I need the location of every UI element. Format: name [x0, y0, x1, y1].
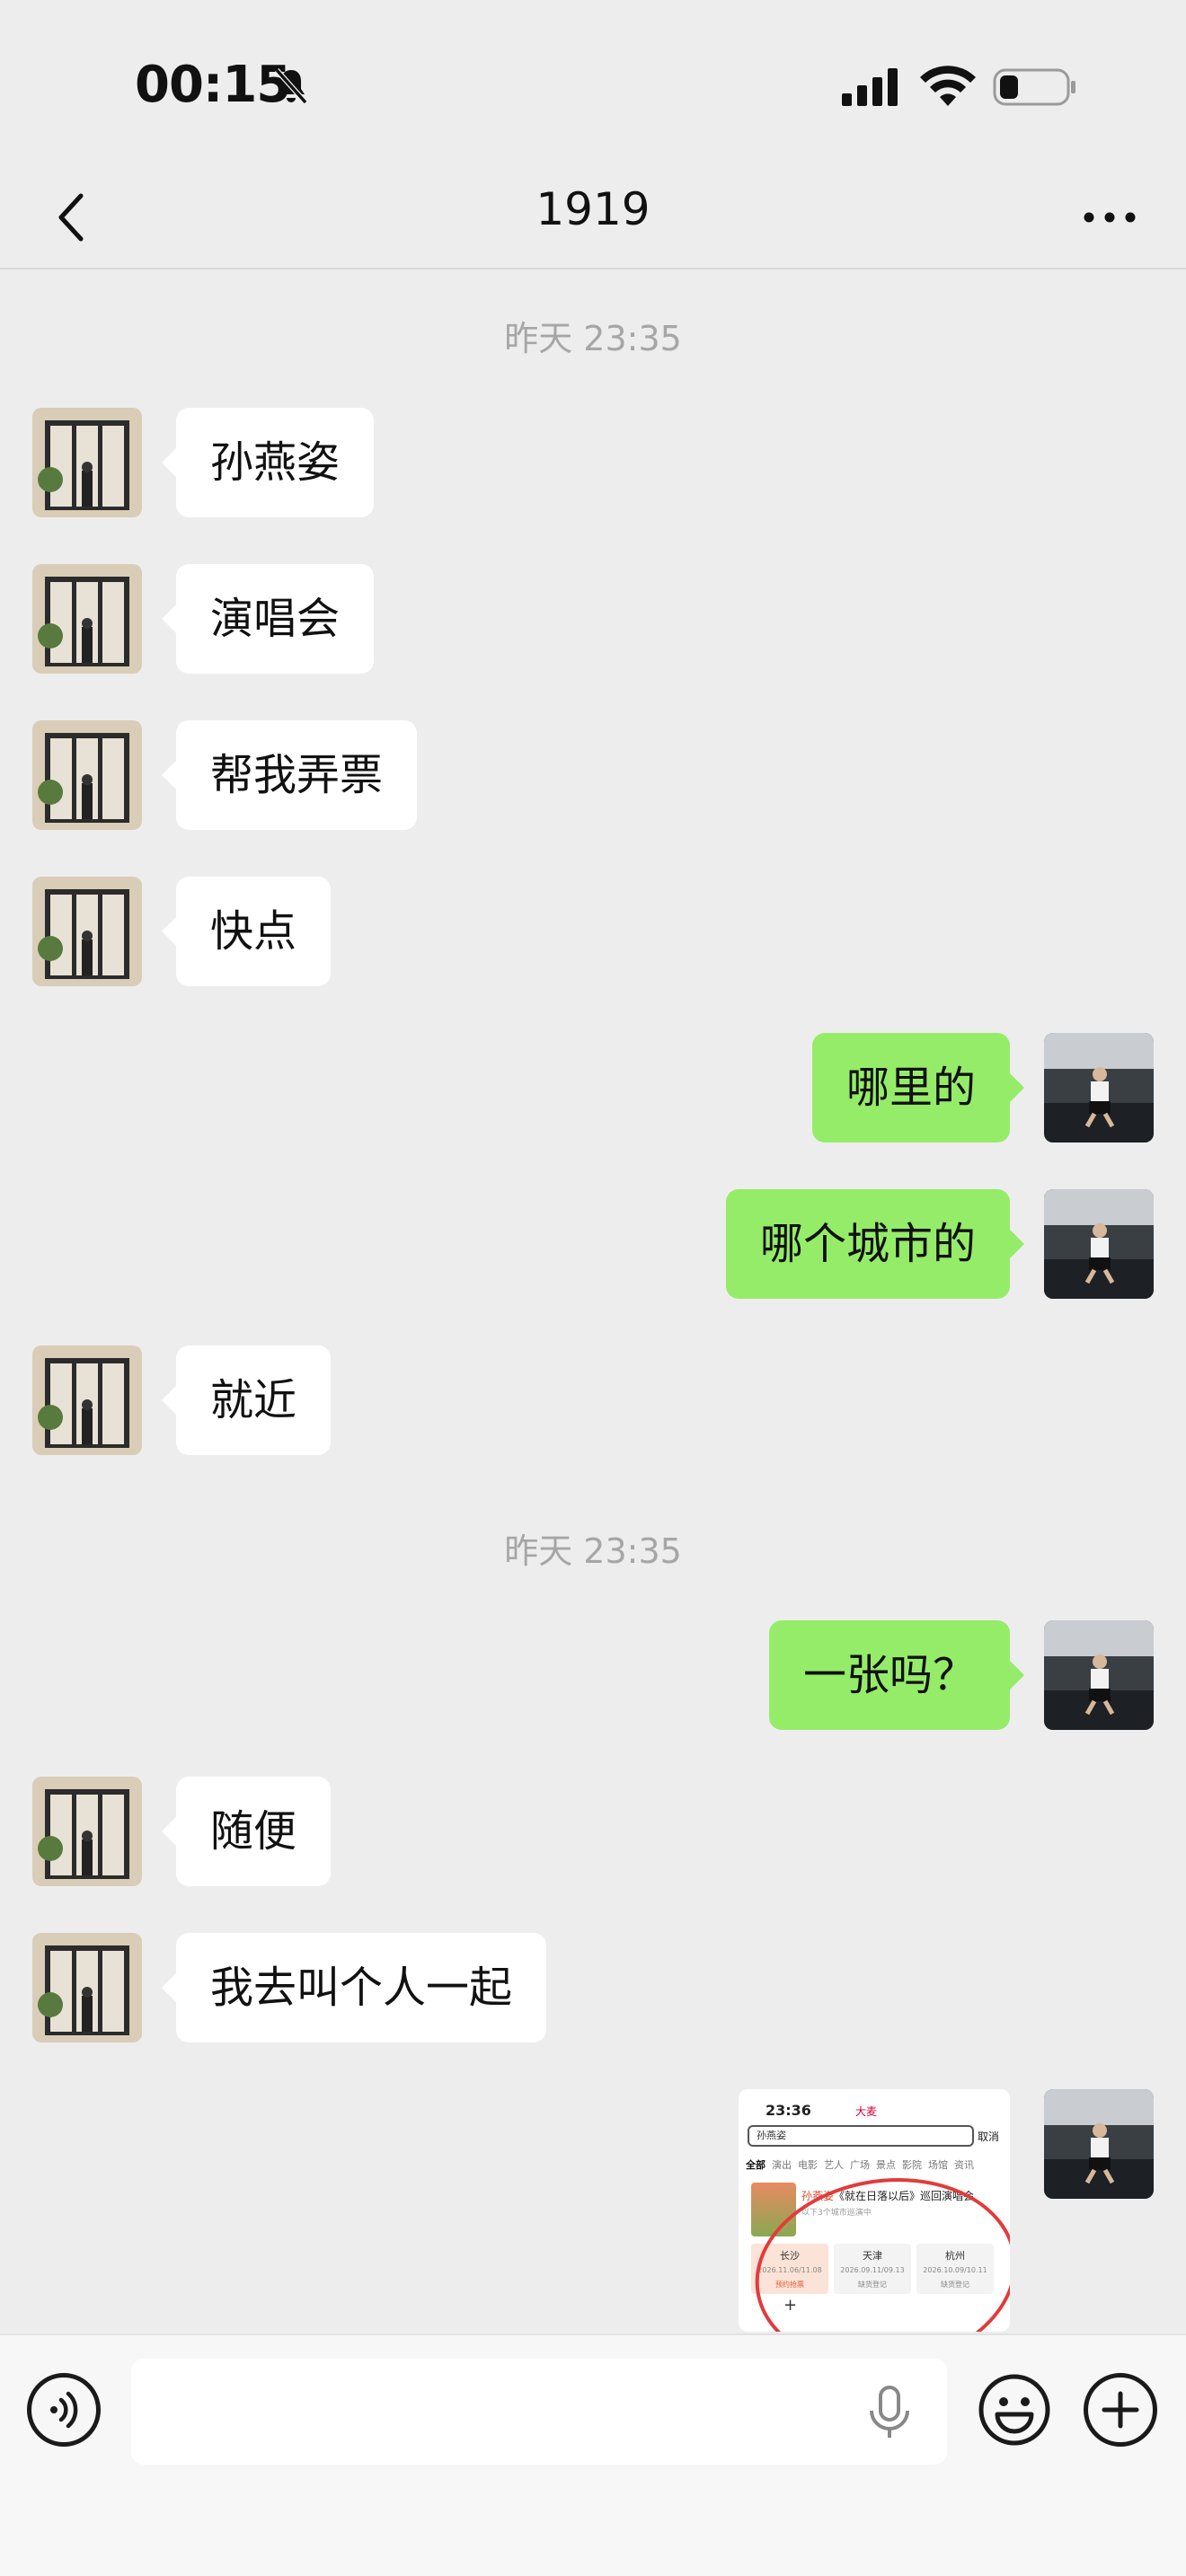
avatar-other[interactable]	[32, 720, 142, 830]
message-bubble[interactable]: 就近	[161, 1345, 332, 1455]
avatar-other[interactable]	[32, 1933, 142, 2042]
home-indicator	[413, 2542, 773, 2553]
avatar-other[interactable]	[32, 877, 142, 986]
status-bar: 00:15	[0, 0, 1186, 162]
message-bubble[interactable]: 帮我弄票	[161, 720, 418, 830]
bell-off-icon	[274, 68, 308, 104]
wifi-icon	[920, 66, 976, 106]
message-bubble[interactable]: 孙燕姿	[161, 408, 375, 517]
message-bubble[interactable]: 我去叫个人一起	[161, 1933, 547, 2042]
timestamp: 昨天 23:35	[504, 1531, 682, 1571]
message-bubble[interactable]: 快点	[161, 877, 332, 986]
battery-icon	[993, 68, 1075, 106]
image-cancel: 取消	[978, 2130, 1000, 2143]
voice-button[interactable]	[27, 2373, 101, 2447]
status-time: 00:15	[135, 56, 291, 114]
message-bubble-self[interactable]: 哪里的	[811, 1033, 1025, 1142]
signal-icon	[842, 68, 898, 106]
image-search-field: 孙燕姿	[748, 2125, 974, 2147]
avatar-other[interactable]	[32, 408, 142, 517]
more-button[interactable]	[1069, 181, 1150, 253]
input-bar	[0, 2333, 1186, 2576]
avatar-self[interactable]	[1044, 1189, 1154, 1299]
message-bubble[interactable]: 演唱会	[161, 564, 375, 674]
message-input[interactable]	[131, 2359, 947, 2465]
image-status-time: 23:36	[766, 2102, 811, 2119]
more-icon	[1084, 212, 1136, 223]
avatar-other[interactable]	[32, 1345, 142, 1455]
emoji-icon[interactable]	[978, 2373, 1051, 2447]
avatar-other[interactable]	[32, 1777, 142, 1886]
avatar-self[interactable]	[1044, 2089, 1154, 2199]
avatar-self[interactable]	[1044, 1033, 1154, 1142]
message-bubble-self[interactable]: 一张吗？	[768, 1620, 1025, 1730]
plus-button[interactable]	[1084, 2373, 1157, 2447]
image-message[interactable]: 23:36 大麦 孙燕姿 取消 全部 演出 电影 艺人 广场 景点 影院 场馆 …	[739, 2089, 1010, 2332]
image-brand: 大麦	[855, 2105, 878, 2118]
avatar-self[interactable]	[1044, 1620, 1154, 1730]
mic-icon[interactable]	[864, 2386, 915, 2439]
message-bubble[interactable]: 随便	[161, 1777, 332, 1886]
chat-screen: 00:15 1919 昨天 23:35 孙燕姿 演唱会 帮我弄票 快点 哪里的 …	[0, 0, 1186, 2576]
voice-icon	[50, 2391, 78, 2429]
image-tabs: 全部 演出 电影 艺人 广场 景点 影院 场馆 资讯	[746, 2159, 974, 2171]
page-title: 1919	[535, 183, 651, 235]
message-bubble-self[interactable]: 哪个城市的	[725, 1189, 1025, 1299]
nav-bar: 1919	[0, 162, 1186, 269]
avatar-other[interactable]	[32, 564, 142, 674]
timestamp: 昨天 23:35	[504, 319, 682, 358]
plus-icon	[1102, 2391, 1139, 2429]
